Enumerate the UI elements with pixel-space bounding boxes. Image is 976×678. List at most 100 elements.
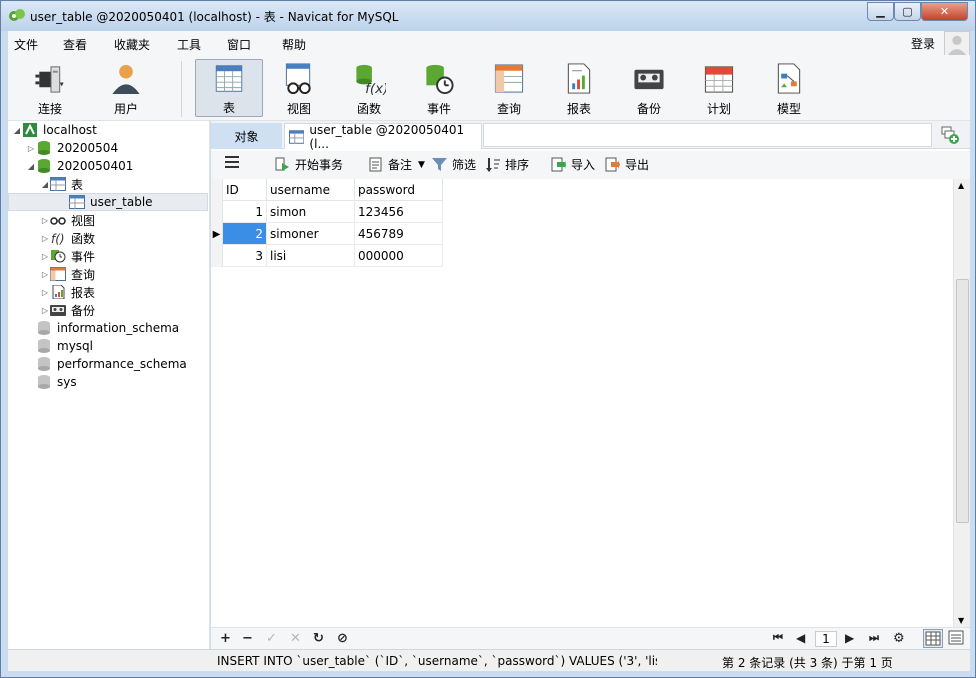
menu-tools[interactable]: 工具 — [177, 36, 201, 53]
import-button[interactable]: 导入 — [551, 156, 595, 173]
scrollbar-thumb[interactable] — [956, 279, 969, 523]
toolbar-model-button[interactable]: 模型 — [755, 59, 823, 117]
table-cell-id[interactable]: 3 — [223, 245, 267, 267]
settings-gear-icon[interactable]: ⚙ — [893, 631, 905, 646]
collapse-arrow-icon[interactable]: ◢ — [26, 162, 36, 171]
page-number-input[interactable]: 1 — [815, 631, 837, 647]
expand-arrow-icon[interactable]: ▷ — [40, 288, 50, 297]
toolbar-view-button[interactable]: 视图 — [265, 59, 333, 117]
toolbar-connect-button[interactable]: ▾ 连接 — [16, 59, 84, 117]
discard-changes-icon[interactable]: ✕ — [290, 631, 301, 646]
tree-node-db-20200504[interactable]: ▷ 20200504 — [26, 139, 118, 157]
title-bar: user_table @2020050401 (localhost) - 表 -… — [1, 1, 975, 31]
hamburger-menu-icon[interactable] — [225, 156, 239, 168]
tree-label-functions: 函数 — [71, 231, 96, 246]
maximize-button[interactable]: ▢ — [894, 2, 921, 21]
collapse-arrow-icon[interactable]: ◢ — [40, 180, 50, 189]
export-button[interactable]: 导出 — [605, 156, 649, 173]
menu-file[interactable]: 文件 — [14, 36, 38, 53]
toolbar-function-button[interactable]: f(x) 函数 — [335, 59, 403, 117]
tree-node-localhost[interactable]: ◢ localhost — [12, 121, 97, 139]
tree-node-db-2020050401[interactable]: ◢ 2020050401 — [26, 157, 133, 175]
tab-objects[interactable]: 对象 — [211, 123, 282, 149]
tree-node-db-sys[interactable]: sys — [36, 373, 77, 391]
expand-arrow-icon[interactable]: ▷ — [40, 270, 50, 279]
tree-node-tables[interactable]: ◢ 表 — [40, 175, 83, 193]
memo-button[interactable]: 备注 ▼ — [368, 156, 425, 173]
table-cell-password[interactable]: 123456 — [355, 201, 443, 223]
function-icon: f() — [51, 232, 65, 245]
tree-node-db-mysql[interactable]: mysql — [36, 337, 93, 355]
toolbar-report-button[interactable]: 报表 — [545, 59, 613, 117]
form-view-icon[interactable] — [947, 629, 967, 648]
current-row-pointer-icon[interactable]: ▶ — [211, 223, 223, 245]
toolbar-table-button[interactable]: 表 — [195, 59, 263, 117]
add-record-icon[interactable]: + — [220, 631, 231, 646]
column-header-username[interactable]: username — [267, 179, 355, 201]
menu-view[interactable]: 查看 — [63, 36, 87, 53]
table-cell-id-selected[interactable]: 2 — [223, 223, 267, 245]
expand-arrow-icon[interactable]: ▷ — [40, 234, 50, 243]
tree-node-functions[interactable]: ▷ f() 函数 — [40, 229, 95, 247]
tree-label-mysql: mysql — [57, 339, 93, 353]
tree-node-reports[interactable]: ▷ 报表 — [40, 283, 95, 301]
table-cell-username[interactable]: simoner — [267, 223, 355, 245]
table-cell-id[interactable]: 1 — [223, 201, 267, 223]
column-header-password[interactable]: password — [355, 179, 443, 201]
expand-arrow-icon[interactable]: ▷ — [40, 216, 50, 225]
new-tab-icon[interactable] — [941, 126, 959, 144]
table-cell-password[interactable]: 456789 — [355, 223, 443, 245]
tree-node-events[interactable]: ▷ 事件 — [40, 247, 95, 265]
menu-window[interactable]: 窗口 — [227, 36, 251, 53]
calendar-icon — [704, 66, 734, 93]
data-action-bar: 开始事务 备注 ▼ 筛选 排序 导入 导出 — [211, 151, 970, 179]
expand-arrow-icon[interactable]: ▷ — [40, 252, 50, 261]
column-header-id[interactable]: ID — [223, 179, 267, 201]
close-button[interactable]: ✕ — [921, 2, 968, 21]
toolbar-event-button[interactable]: 事件 — [405, 59, 473, 117]
apply-changes-icon[interactable]: ✓ — [266, 631, 277, 646]
table-cell-username[interactable]: simon — [267, 201, 355, 223]
scroll-down-icon[interactable]: ▼ — [958, 616, 964, 625]
menu-favorites[interactable]: 收藏夹 — [114, 36, 150, 53]
user-icon — [112, 64, 140, 95]
filter-button[interactable]: 筛选 — [432, 156, 476, 173]
row-indicator[interactable] — [211, 201, 223, 223]
scroll-up-icon[interactable]: ▲ — [958, 181, 964, 190]
avatar-icon[interactable] — [944, 31, 970, 57]
minimize-button[interactable]: ▁ — [867, 2, 894, 21]
last-page-icon[interactable]: ⏭ — [869, 631, 879, 645]
tree-node-views[interactable]: ▷ 视图 — [40, 211, 95, 229]
delete-record-icon[interactable]: − — [242, 631, 253, 646]
prev-page-icon[interactable]: ◀ — [796, 631, 805, 645]
toolbar-user-button[interactable]: 用户 — [92, 59, 160, 117]
tree-node-backups[interactable]: ▷ 备份 — [40, 301, 95, 319]
first-page-icon[interactable]: ⏮ — [773, 631, 783, 645]
refresh-icon[interactable]: ↻ — [313, 631, 324, 646]
table-cell-username[interactable]: lisi — [267, 245, 355, 267]
login-link[interactable]: 登录 — [911, 35, 935, 52]
report-icon — [52, 285, 65, 299]
menu-help[interactable]: 帮助 — [282, 36, 306, 53]
chevron-down-icon[interactable]: ▼ — [418, 160, 425, 170]
tree-node-db-information-schema[interactable]: information_schema — [36, 319, 179, 337]
tree-node-queries[interactable]: ▷ 查询 — [40, 265, 95, 283]
table-icon — [69, 195, 85, 209]
stop-icon[interactable]: ⊘ — [337, 631, 348, 646]
tree-node-db-performance-schema[interactable]: performance_schema — [36, 355, 187, 373]
sort-button[interactable]: 排序 — [485, 156, 529, 173]
tree-node-user-table[interactable]: user_table — [8, 193, 208, 211]
toolbar-schedule-button[interactable]: 计划 — [685, 59, 753, 117]
expand-arrow-icon[interactable]: ▷ — [26, 144, 36, 153]
toolbar-query-button[interactable]: 查询 — [475, 59, 543, 117]
tab-user-table[interactable]: user_table @2020050401 (l... — [284, 123, 482, 151]
row-indicator[interactable] — [211, 245, 223, 267]
toolbar-backup-button[interactable]: 备份 — [615, 59, 683, 117]
begin-transaction-button[interactable]: 开始事务 — [275, 156, 343, 173]
grid-view-icon[interactable] — [923, 629, 943, 648]
table-cell-password[interactable]: 000000 — [355, 245, 443, 267]
collapse-arrow-icon[interactable]: ◢ — [12, 126, 22, 135]
vertical-scrollbar[interactable]: ▲ ▼ — [953, 179, 970, 627]
expand-arrow-icon[interactable]: ▷ — [40, 306, 50, 315]
next-page-icon[interactable]: ▶ — [845, 631, 854, 645]
